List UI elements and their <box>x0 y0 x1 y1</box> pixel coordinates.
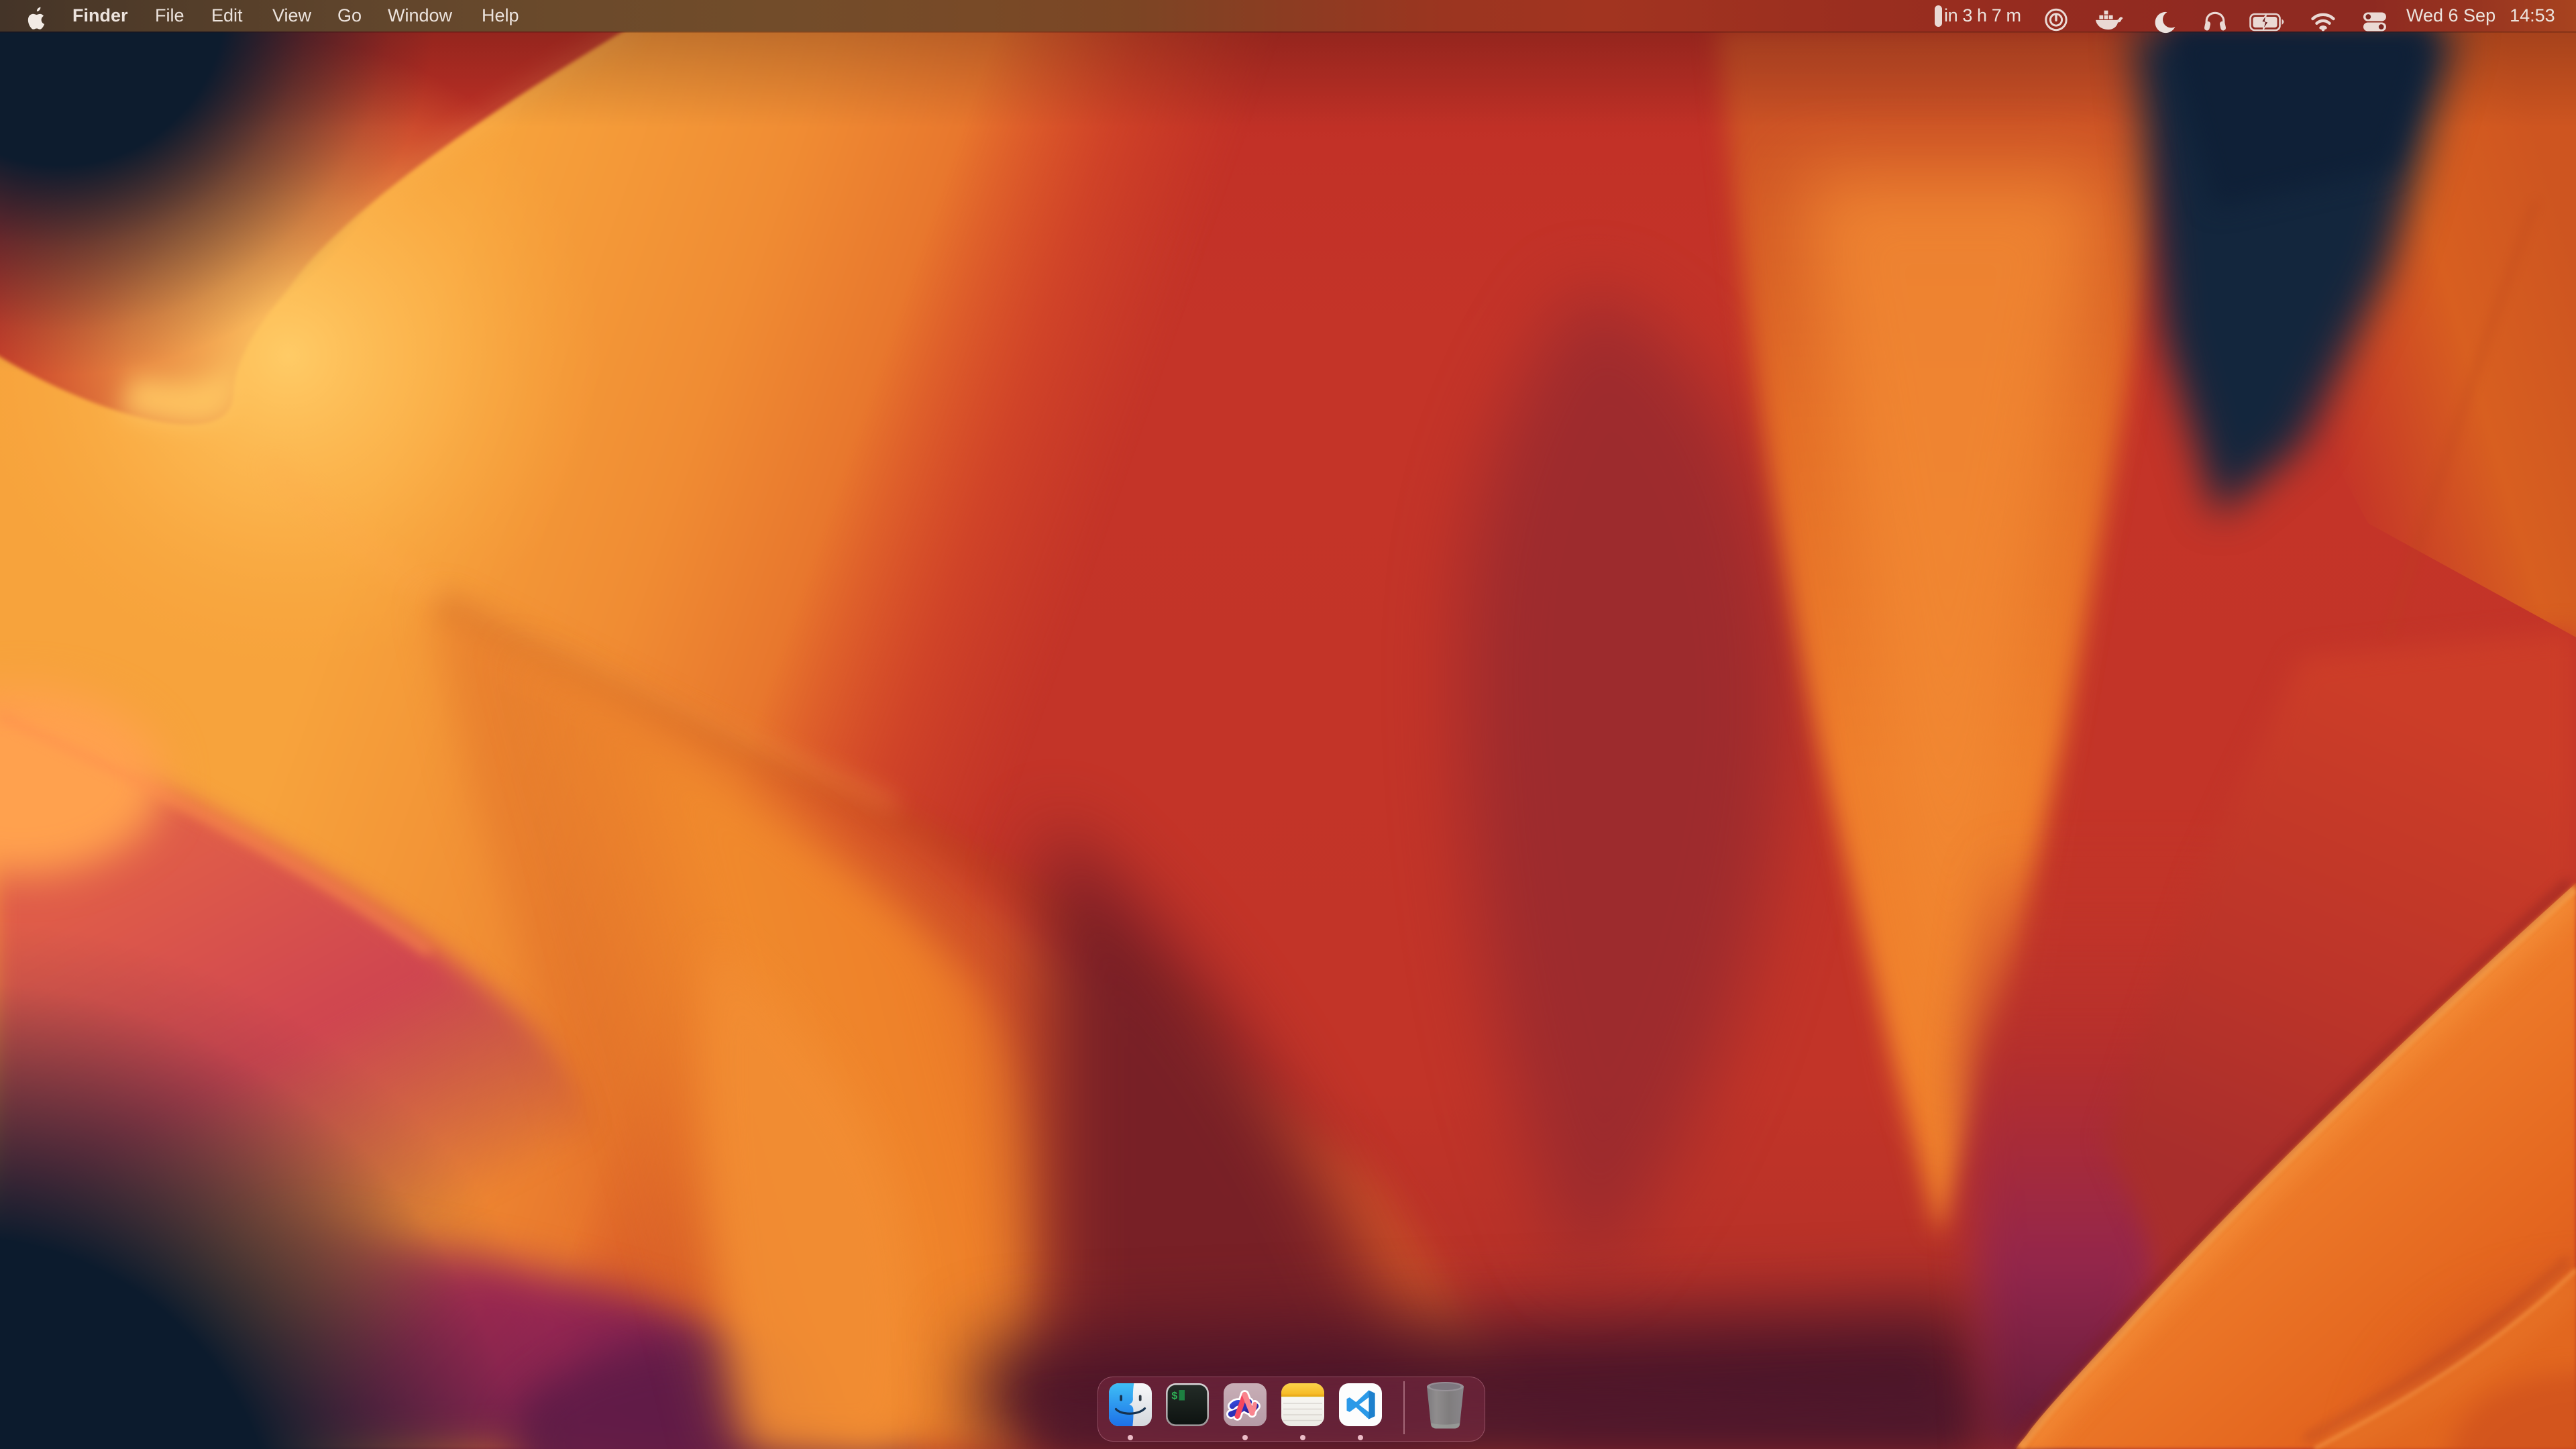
svg-text:$: $ <box>1171 1391 1178 1403</box>
